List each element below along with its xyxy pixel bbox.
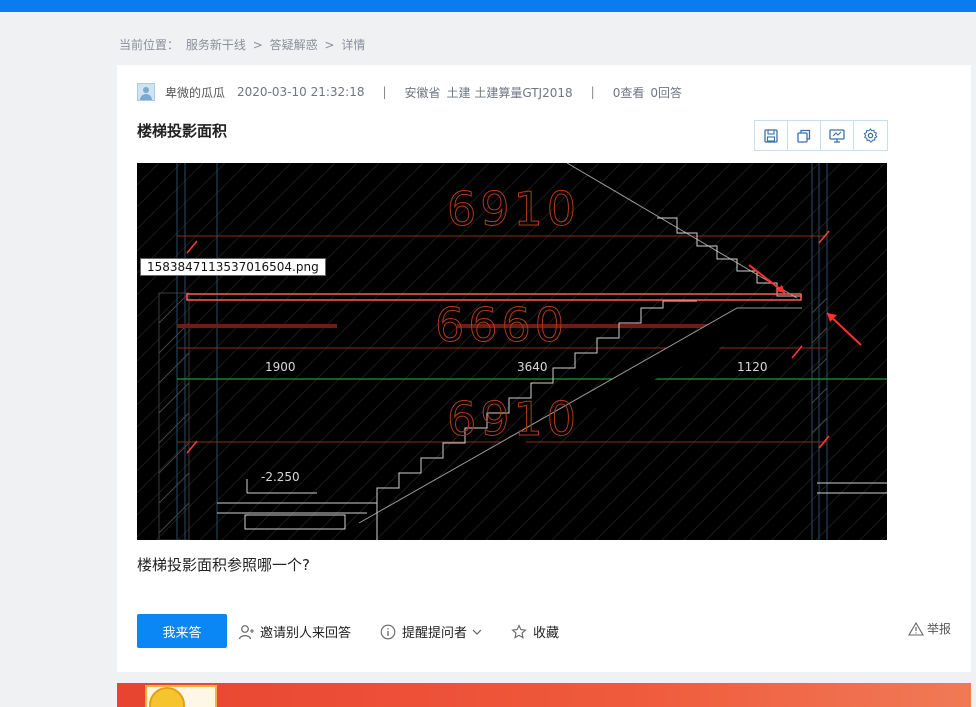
question-title: 楼梯投影面积: [137, 122, 228, 140]
info-icon: [380, 624, 396, 639]
report-label: 举报: [926, 622, 951, 636]
promo-banner[interactable]: [117, 683, 971, 707]
image-toolbar: [754, 120, 888, 151]
cad-dimension-text: 6660: [435, 298, 568, 352]
settings-icon[interactable]: [854, 121, 887, 150]
avatar[interactable]: [137, 83, 155, 101]
cad-dimension-label: 3640: [517, 360, 548, 374]
post-category: 土建 土建算量GTJ2018: [446, 85, 573, 100]
favorite-link[interactable]: 收藏: [511, 622, 559, 641]
invite-answer-link[interactable]: 邀请别人来回答: [238, 622, 351, 641]
screen-icon[interactable]: [821, 121, 854, 150]
cad-dimension-text: 6910: [447, 182, 580, 236]
cad-dimension-label: 1900: [265, 360, 296, 374]
breadcrumb-separator: >: [324, 38, 335, 52]
remind-asker-dropdown[interactable]: 提醒提问者: [380, 622, 483, 641]
star-icon: [511, 623, 527, 639]
breadcrumb-item-qa[interactable]: 答疑解惑: [270, 38, 318, 52]
top-bar: [0, 0, 976, 12]
breadcrumb-item-detail: 详情: [341, 38, 366, 52]
meta-divider: |: [590, 85, 595, 99]
user-icon: [238, 624, 254, 639]
breadcrumb-separator: >: [252, 38, 263, 52]
report-link[interactable]: 举报: [908, 620, 951, 637]
image-filename-tag: 1583847113537016504.png: [140, 258, 326, 276]
copy-icon[interactable]: [788, 121, 821, 150]
chevron-down-icon: [472, 629, 482, 635]
post-datetime: 2020-03-10 21:32:18: [237, 85, 365, 99]
breadcrumb-label: 当前位置：: [119, 38, 180, 52]
meta-divider: |: [382, 85, 387, 99]
question-image[interactable]: 6910 6660 6910 1900 3640 1120 -2.250 158…: [137, 163, 887, 540]
question-text: 楼梯投影面积参照哪一个?: [137, 556, 310, 574]
answer-button[interactable]: 我来答: [137, 614, 227, 648]
cad-drawing: 6910 6660 6910 1900 3640 1120 -2.250: [137, 163, 887, 540]
remind-asker-label: 提醒提问者: [402, 626, 468, 641]
favorite-label: 收藏: [533, 626, 560, 641]
cad-elevation-label: -2.250: [261, 470, 300, 484]
answer-count: 0回答: [650, 85, 682, 100]
breadcrumb: 当前位置： 服务新干线 > 答疑解惑 > 详情: [119, 36, 368, 53]
post-meta: 卑微的瓜瓜 2020-03-10 21:32:18 | 安徽省 土建 土建算量G…: [137, 82, 682, 102]
cad-dimension-text: 6910: [447, 392, 580, 446]
breadcrumb-item-service[interactable]: 服务新干线: [186, 38, 246, 52]
post-region: 安徽省: [404, 85, 441, 100]
view-count: 0查看: [612, 85, 645, 100]
invite-answer-label: 邀请别人来回答: [260, 626, 352, 641]
cad-dimension-label: 1120: [737, 360, 768, 374]
save-icon[interactable]: [755, 121, 788, 150]
warning-icon: [908, 621, 924, 636]
question-card: 卑微的瓜瓜 2020-03-10 21:32:18 | 安徽省 土建 土建算量G…: [117, 65, 971, 672]
author-name[interactable]: 卑微的瓜瓜: [165, 84, 225, 101]
action-bar: 我来答 邀请别人来回答 提醒提问者 收藏 举报: [137, 614, 951, 648]
